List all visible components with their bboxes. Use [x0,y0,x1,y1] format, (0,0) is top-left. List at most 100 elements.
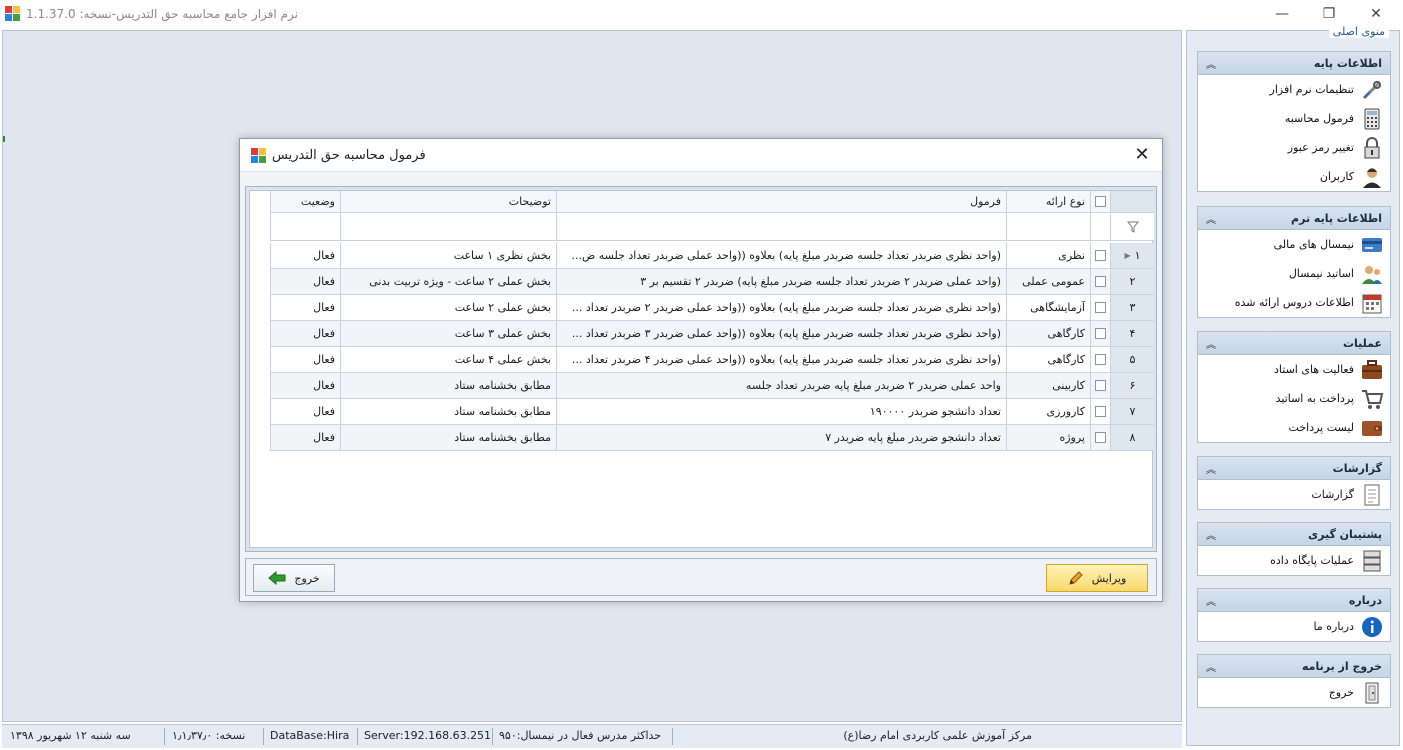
row-checkbox[interactable] [1095,250,1106,261]
minimize-button[interactable]: — [1259,0,1305,28]
cell-status[interactable]: فعال [270,243,340,269]
row-checkbox[interactable] [1095,354,1106,365]
maximize-button[interactable]: ❐ [1306,0,1352,28]
nav-item-exit[interactable]: خروج [1198,678,1390,707]
cell-description[interactable]: مطابق بخشنامه ستاد [340,373,556,399]
nav-item-offered-courses[interactable]: اطلاعات دروس ارائه شده [1198,288,1390,317]
collapse-chevron-icon[interactable]: ︽ [1206,56,1216,71]
nav-item-semester-teachers[interactable]: اساتید نیمسال [1198,259,1390,288]
filter-cell-type[interactable] [1006,213,1090,241]
cell-description[interactable]: بخش عملی ۳ ساعت [340,321,556,347]
cell-description[interactable]: مطابق بخشنامه ستاد [340,425,556,451]
cell-type[interactable]: کاربینی [1006,373,1090,399]
cell-formula[interactable]: (واحد نظری ضربدر تعداد جلسه ضربدر مبلغ پ… [556,243,1006,269]
cell-description[interactable]: بخش عملی ۲ ساعت [340,295,556,321]
nav-item-about-us[interactable]: درباره ما [1198,612,1390,641]
nav-item-database-ops[interactable]: عملیات پایگاه داده [1198,546,1390,575]
cell-type[interactable]: کارورزی [1006,399,1090,425]
table-row[interactable]: ۷ کارورزی تعداد دانشجو ضربدر ۱۹۰۰۰۰ مطاب… [250,399,1154,425]
filter-cell-status[interactable] [270,213,340,241]
nav-item-teacher-activities[interactable]: فعالیت های استاد [1198,355,1390,384]
row-checkbox-cell[interactable] [1090,399,1110,425]
row-checkbox-cell[interactable] [1090,295,1110,321]
nav-item-calc-formula[interactable]: فرمول محاسبه [1198,104,1390,133]
cell-formula[interactable]: تعداد دانشجو ضربدر ۱۹۰۰۰۰ [556,399,1006,425]
cell-formula[interactable]: (واحد نظری ضربدر تعداد جلسه ضربدر مبلغ پ… [556,321,1006,347]
collapse-chevron-icon[interactable]: ︽ [1206,659,1216,674]
cell-description[interactable]: مطابق بخشنامه ستاد [340,399,556,425]
cell-type[interactable]: عمومی عملی [1006,269,1090,295]
nav-item-software-settings[interactable]: تنظیمات نرم افزار [1198,75,1390,104]
table-row[interactable]: ۲ عمومی عملی (واحد عملی ضربدر ۲ ضربدر تع… [250,269,1154,295]
menu-group-header[interactable]: اطلاعات پایه ترم ︽ [1197,206,1391,230]
row-checkbox[interactable] [1095,328,1106,339]
select-all-checkbox[interactable] [1095,196,1106,207]
collapse-chevron-icon[interactable]: ︽ [1206,593,1216,608]
row-checkbox-cell[interactable] [1090,243,1110,269]
row-checkbox-cell[interactable] [1090,373,1110,399]
filter-cell-corner[interactable] [1110,213,1154,241]
cell-description[interactable]: بخش عملی ۴ ساعت [340,347,556,373]
cell-type[interactable]: پروژه [1006,425,1090,451]
table-row[interactable]: ۴ کارگاهی (واحد نظری ضربدر تعداد جلسه ضر… [250,321,1154,347]
table-row[interactable]: ۵ کارگاهی (واحد نظری ضربدر تعداد جلسه ضر… [250,347,1154,373]
cell-description[interactable]: بخش نظری ۱ ساعت [340,243,556,269]
cell-status[interactable]: فعال [270,373,340,399]
cell-type[interactable]: نظری [1006,243,1090,269]
table-row[interactable]: ۶ کاربینی واحد عملی ضربدر ۲ ضربدر مبلغ پ… [250,373,1154,399]
collapse-chevron-icon[interactable]: ︽ [1206,336,1216,351]
cell-formula[interactable]: واحد عملی ضربدر ۲ ضربدر مبلغ پایه ضربدر … [556,373,1006,399]
filter-cell-check[interactable] [1090,213,1110,241]
dialog-close-button[interactable]: ✕ [1130,143,1154,167]
table-row[interactable]: ۸ پروژه تعداد دانشجو ضربدر مبلغ پایه ضرب… [250,425,1154,451]
nav-item-users[interactable]: کاربران [1198,162,1390,191]
filter-icon[interactable] [1126,221,1139,233]
menu-group-header[interactable]: پشتیبان گیری ︽ [1197,522,1391,546]
cell-type[interactable]: آزمایشگاهی [1006,295,1090,321]
nav-item-reports[interactable]: گزارشات [1198,480,1390,509]
collapse-chevron-icon[interactable]: ︽ [1206,211,1216,226]
collapse-chevron-icon[interactable]: ︽ [1206,461,1216,476]
column-header-formula[interactable]: فرمول [556,191,1006,213]
table-row[interactable]: ▶ ۱ نظری (واحد نظری ضربدر تعداد جلسه ضربد… [250,243,1154,269]
close-window-button[interactable]: ✕ [1353,0,1399,28]
row-checkbox[interactable] [1095,302,1106,313]
cell-formula[interactable]: تعداد دانشجو ضربدر مبلغ پایه ضربدر ۷ [556,425,1006,451]
cell-type[interactable]: کارگاهی [1006,321,1090,347]
nav-item-fiscal-semesters[interactable]: نیمسال های مالی [1198,230,1390,259]
nav-item-pay-teachers[interactable]: پرداخت به اساتید [1198,384,1390,413]
column-header-status[interactable]: وضعیت [270,191,340,213]
cell-status[interactable]: فعال [270,269,340,295]
filter-cell-description[interactable] [340,213,556,241]
exit-button[interactable]: خروج [253,564,335,592]
cell-status[interactable]: فعال [270,295,340,321]
column-header-description[interactable]: توضیحات [340,191,556,213]
menu-group-header[interactable]: درباره ︽ [1197,588,1391,612]
collapse-chevron-icon[interactable]: ︽ [1206,527,1216,542]
table-row[interactable]: ۳ آزمایشگاهی (واحد نظری ضربدر تعداد جلسه… [250,295,1154,321]
cell-formula[interactable]: (واحد عملی ضربدر ۲ ضربدر تعداد جلسه ضربد… [556,269,1006,295]
cell-type[interactable]: کارگاهی [1006,347,1090,373]
cell-status[interactable]: فعال [270,347,340,373]
nav-item-payment-list[interactable]: لیست پرداخت [1198,413,1390,442]
row-checkbox[interactable] [1095,380,1106,391]
menu-group-header[interactable]: اطلاعات پایه ︽ [1197,51,1391,75]
row-checkbox-cell[interactable] [1090,425,1110,451]
row-checkbox[interactable] [1095,406,1106,417]
edit-button[interactable]: ویرایش [1046,564,1148,592]
cell-formula[interactable]: (واحد نظری ضربدر تعداد جلسه ضربدر مبلغ پ… [556,347,1006,373]
cell-description[interactable]: بخش عملی ۲ ساعت - ویژه تربیت بدنی [340,269,556,295]
cell-status[interactable]: فعال [270,321,340,347]
row-checkbox[interactable] [1095,276,1106,287]
cell-formula[interactable]: (واحد نظری ضربدر تعداد جلسه ضربدر مبلغ پ… [556,295,1006,321]
cell-status[interactable]: فعال [270,399,340,425]
row-checkbox-cell[interactable] [1090,269,1110,295]
formula-grid[interactable]: نوع ارائه فرمول توضیحات وضعیت ▶ ۱ نظری (… [249,190,1154,548]
row-checkbox[interactable] [1095,432,1106,443]
filter-cell-formula[interactable] [556,213,1006,241]
menu-group-header[interactable]: خروج از برنامه ︽ [1197,654,1391,678]
menu-group-header[interactable]: گزارشات ︽ [1197,456,1391,480]
row-checkbox-cell[interactable] [1090,321,1110,347]
row-checkbox-cell[interactable] [1090,347,1110,373]
cell-status[interactable]: فعال [270,425,340,451]
